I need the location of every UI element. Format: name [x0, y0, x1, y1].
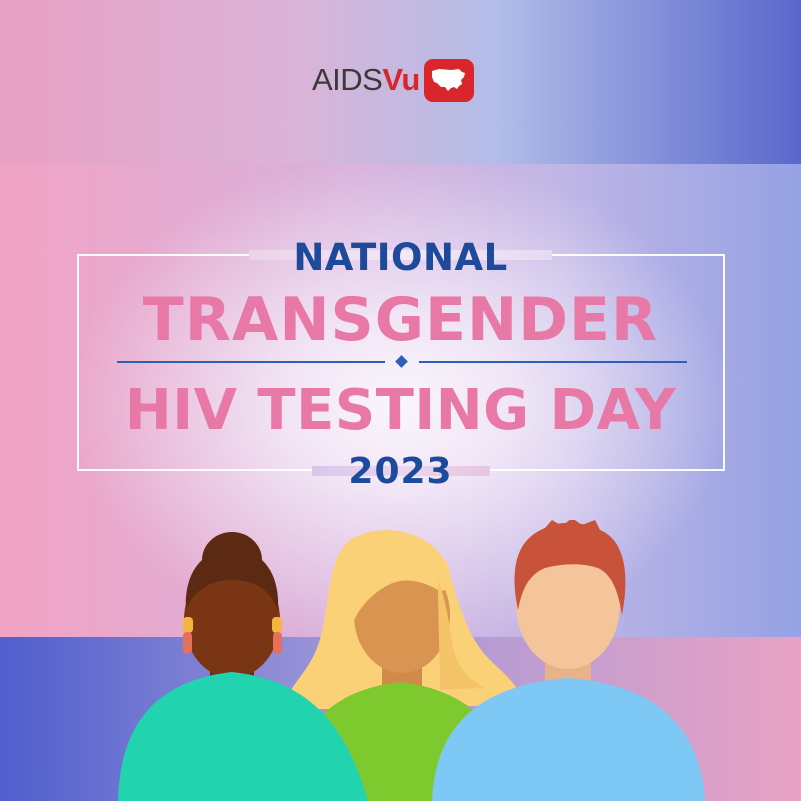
heading-year: 2023 [348, 451, 453, 492]
title-divider [117, 355, 687, 368]
logo-text-accent: Vu [382, 62, 420, 97]
us-map-icon [423, 58, 474, 102]
divider-line-right [419, 361, 687, 363]
heading-national: NATIONAL [293, 236, 508, 279]
people-illustration [118, 520, 705, 801]
heading-transgender: TRANSGENDER [142, 285, 659, 355]
divider-line-left [117, 361, 385, 363]
logo-text-main: AIDS [312, 62, 383, 97]
logo-text: AIDSVu [312, 62, 420, 98]
aidsvu-logo: AIDSVu [312, 58, 474, 102]
heading-hiv-testing-day: HIV TESTING DAY [124, 378, 677, 443]
